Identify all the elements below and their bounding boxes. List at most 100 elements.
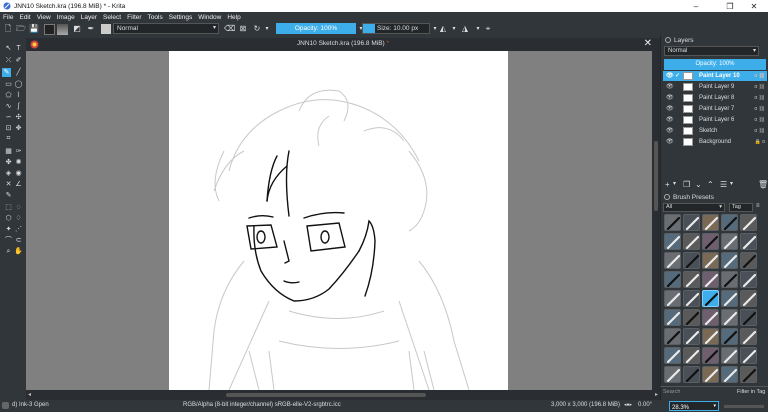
brush-preset-tile[interactable] xyxy=(702,347,719,364)
color-swap-icon[interactable]: ◩ xyxy=(72,24,82,34)
layer-opacity-slider[interactable]: Opacity: 100% xyxy=(664,59,766,70)
brush-preset-tile[interactable] xyxy=(740,271,757,288)
filter-in-tag-checkbox[interactable]: Filter in Tag xyxy=(737,388,765,397)
scroll-right-icon[interactable]: ▸ xyxy=(655,391,658,398)
brush-preset-tile[interactable] xyxy=(702,290,719,307)
duplicate-layer-icon[interactable]: ❐ xyxy=(683,180,690,189)
open-document-icon[interactable]: 🗁 xyxy=(16,24,26,34)
brush-preset-tile[interactable] xyxy=(740,328,757,345)
layer-flags-icon[interactable]: α ⛓ xyxy=(754,126,765,136)
freehand-path-tool-icon[interactable]: ʃ xyxy=(14,102,23,111)
new-document-icon[interactable]: 🗋 xyxy=(3,24,13,34)
contiguous-select-tool-icon[interactable]: ✦ xyxy=(4,225,13,234)
fill-tool-icon[interactable]: ◈ xyxy=(4,169,13,178)
gradient-tool-icon[interactable]: ▦ xyxy=(4,147,13,156)
rotation-value[interactable]: 0.00° xyxy=(638,402,652,408)
brush-preset-tile[interactable] xyxy=(740,233,757,250)
multibrush-tool-icon[interactable]: ✣ xyxy=(14,113,23,122)
line-tool-icon[interactable]: ╱ xyxy=(14,68,23,77)
menu-file[interactable]: File xyxy=(0,14,16,21)
chevron-down-icon[interactable]: ▾ xyxy=(262,24,272,34)
drawing-canvas[interactable] xyxy=(169,51,508,390)
visibility-eye-icon[interactable]: 👁 xyxy=(666,115,674,125)
visibility-eye-icon[interactable]: 👁 xyxy=(666,126,674,136)
brush-preset-tile[interactable] xyxy=(664,366,681,383)
brush-preset-tile[interactable] xyxy=(702,233,719,250)
visibility-eye-icon[interactable]: 👁 xyxy=(666,137,674,147)
mirror-horizontal-icon[interactable]: ◭ xyxy=(438,24,448,34)
brush-preset-tile[interactable] xyxy=(721,271,738,288)
brush-preset-tile[interactable] xyxy=(721,290,738,307)
calligraphy-tool-icon[interactable]: ✐ xyxy=(14,56,23,65)
save-document-icon[interactable]: 💾 xyxy=(29,24,39,34)
opacity-slider[interactable]: Opacity: 100% xyxy=(276,23,356,34)
menu-tools[interactable]: Tools xyxy=(145,14,166,21)
color-picker-tool-icon[interactable]: ✑ xyxy=(14,147,23,156)
menu-layer[interactable]: Layer xyxy=(78,14,100,21)
vertical-scroll-thumb[interactable] xyxy=(654,141,658,211)
menu-select[interactable]: Select xyxy=(100,14,124,21)
layer-flags-icon[interactable]: α ⛓ xyxy=(754,115,765,125)
mirror-vertical-icon[interactable]: ◮ xyxy=(460,24,470,34)
zoom-tool-icon[interactable]: ⌕ xyxy=(4,247,13,256)
menu-icon[interactable]: ≡ xyxy=(756,203,760,209)
layer-flags-icon[interactable]: α ⛓ xyxy=(754,104,765,114)
image-dimensions[interactable]: 3,000 x 3,000 (196.8 MiB) xyxy=(551,402,620,408)
menu-help[interactable]: Help xyxy=(224,14,243,21)
measure-tool-icon[interactable]: ∠ xyxy=(14,180,23,189)
brush-preset-tile[interactable] xyxy=(721,347,738,364)
preset-search-input[interactable]: Search xyxy=(663,388,723,397)
add-layer-icon[interactable]: + xyxy=(665,180,670,189)
brush-preset-icon[interactable] xyxy=(101,24,111,34)
brush-preset-tile[interactable] xyxy=(721,309,738,326)
crop-tool-icon[interactable]: ⊡ xyxy=(4,124,13,133)
brush-preset-tile[interactable] xyxy=(721,328,738,345)
layer-row[interactable]: 👁 Sketch α ⛓ xyxy=(663,126,767,136)
brush-preset-tile[interactable] xyxy=(702,252,719,269)
brush-preset-tile[interactable] xyxy=(721,214,738,231)
lock-icon[interactable]: 🔒 α xyxy=(754,137,765,147)
zoom-slider[interactable] xyxy=(724,405,764,408)
chevron-down-icon[interactable]: ▾ xyxy=(730,180,733,187)
brush-preset-tile[interactable] xyxy=(702,328,719,345)
brush-preset-tile[interactable] xyxy=(683,233,700,250)
menu-edit[interactable]: Edit xyxy=(16,14,33,21)
ellipse-select-tool-icon[interactable]: ◌ xyxy=(14,203,23,212)
minimize-button[interactable]: – xyxy=(682,0,710,12)
preset-filter-select[interactable]: All ▾ xyxy=(663,203,725,212)
brush-preset-tile[interactable] xyxy=(702,366,719,383)
layer-flags-icon[interactable]: α ⛓ xyxy=(754,93,765,103)
layer-properties-icon[interactable]: ☰ xyxy=(720,180,727,189)
brush-preset-tile[interactable] xyxy=(740,347,757,364)
checkmark-icon[interactable]: ✓ xyxy=(675,71,680,81)
brush-preview-icon[interactable]: ✒ xyxy=(86,24,96,34)
layer-flags-icon[interactable]: α ⛓ xyxy=(754,82,765,92)
blend-mode-select[interactable]: Normal ▾ xyxy=(113,23,219,34)
brush-preset-tile[interactable] xyxy=(740,214,757,231)
reload-preset-icon[interactable]: ↻ xyxy=(252,24,262,34)
magnetic-select-tool-icon[interactable]: ⊂ xyxy=(14,236,23,245)
document-tab[interactable]: JNN10 Sketch.kra (196.8 MiB) * ✕ xyxy=(26,38,660,51)
brush-preset-tile[interactable] xyxy=(664,309,681,326)
select-shapes-tool-icon[interactable]: ↖ xyxy=(4,44,13,53)
brush-preset-tile[interactable] xyxy=(702,214,719,231)
horizontal-scrollbar[interactable]: ◂ ▸ xyxy=(26,390,660,400)
visibility-eye-icon[interactable]: 👁 xyxy=(666,93,674,103)
brush-size-slider[interactable]: Size: 10.00 px xyxy=(362,23,430,34)
rectangle-tool-icon[interactable]: ▭ xyxy=(4,80,13,89)
menu-settings[interactable]: Settings xyxy=(166,14,196,21)
layer-row[interactable]: 👁 Paint Layer 8 α ⛓ xyxy=(663,93,767,103)
chevron-down-icon[interactable]: ▾ xyxy=(449,24,459,34)
similar-select-tool-icon[interactable]: ⋰ xyxy=(14,225,23,234)
brush-preset-tile[interactable] xyxy=(683,309,700,326)
brush-preset-tile[interactable] xyxy=(683,366,700,383)
layer-row[interactable]: 👁 Paint Layer 6 α ⛓ xyxy=(663,115,767,125)
brush-preset-tile[interactable] xyxy=(702,309,719,326)
brush-preset-tile[interactable] xyxy=(683,290,700,307)
menu-view[interactable]: View xyxy=(34,14,54,21)
freehand-select-tool-icon[interactable]: ♢ xyxy=(14,214,23,223)
polygon-tool-icon[interactable]: ⬠ xyxy=(4,91,13,100)
move-tool-icon[interactable]: ✥ xyxy=(14,124,23,133)
visibility-eye-icon[interactable]: 👁 xyxy=(666,104,674,114)
brush-preset-tile[interactable] xyxy=(683,347,700,364)
